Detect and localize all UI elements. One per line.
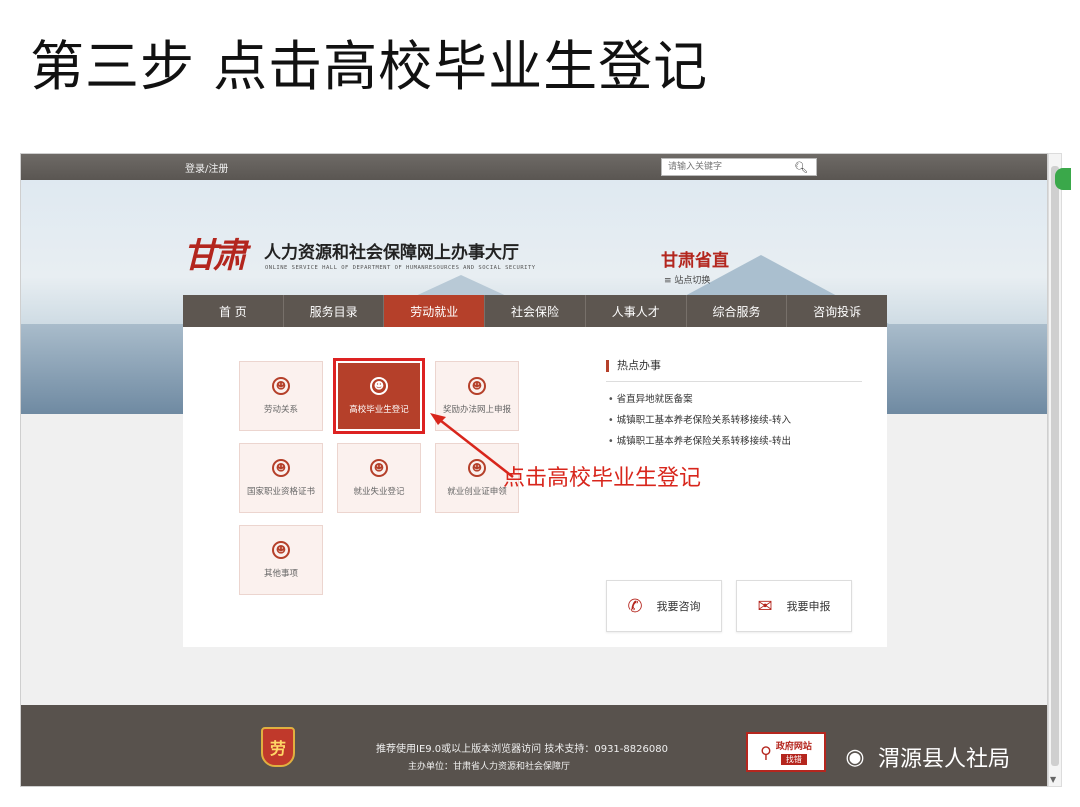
side-decoration xyxy=(885,324,1047,414)
divider xyxy=(606,381,862,382)
login-register-link[interactable]: 登录/注册 xyxy=(185,160,228,175)
tile-employment-registration[interactable]: ☻ 就业失业登记 xyxy=(337,443,421,513)
person-icon: ☻ xyxy=(272,541,290,559)
main-nav: 首 页 服务目录 劳动就业 社会保险 人事人才 综合服务 咨询投诉 xyxy=(183,295,887,327)
top-bar: 登录/注册 🔍︎ xyxy=(21,154,1047,180)
search-box: 🔍︎ xyxy=(661,158,817,176)
tile-label: 高校毕业生登记 xyxy=(349,405,409,415)
tile-label: 国家职业资格证书 xyxy=(246,487,315,497)
tile-labor-relations[interactable]: ☻ 劳动关系 xyxy=(239,361,323,431)
slide-title: 第三步 点击高校毕业生登记 xyxy=(30,35,709,98)
phone-icon: ✆ xyxy=(627,595,643,617)
site-subtitle: ONLINE SERVICE HALL OF DEPARTMENT OF HUM… xyxy=(265,265,536,271)
footer-sponsor: 主办单位：甘肃省人力资源和社会保障厅 xyxy=(408,762,571,772)
nav-item-home[interactable]: 首 页 xyxy=(183,295,284,327)
tile-label: 就业创业证申领 xyxy=(447,487,507,497)
annotation-text: 点击高校毕业生登记 xyxy=(503,466,702,491)
scroll-thumb[interactable] xyxy=(1051,166,1059,766)
magnifier-icon: ⚲ xyxy=(760,742,772,762)
wechat-watermark: ◉ 渭源县人社局 xyxy=(838,741,1010,773)
gov-badge-title: 政府网站 xyxy=(775,742,812,752)
site-switch[interactable]: ≡ 站点切换 xyxy=(664,273,710,286)
menu-icon: ≡ xyxy=(664,276,672,286)
side-float-tab[interactable] xyxy=(1055,168,1071,190)
person-icon: ☻ xyxy=(272,459,290,477)
tile-label: 就业失业登记 xyxy=(353,487,405,497)
tile-graduate-registration[interactable]: ☻ 高校毕业生登记 xyxy=(333,358,425,434)
province-label: 甘肃省直 xyxy=(661,251,729,271)
scroll-down-icon[interactable]: ▼ xyxy=(1050,775,1056,784)
search-input[interactable] xyxy=(662,159,788,175)
consult-label: 我要咨询 xyxy=(656,600,701,613)
vertical-scrollbar[interactable]: ▼ xyxy=(1048,153,1062,787)
side-decoration xyxy=(21,324,183,414)
nav-item-consult-complaint[interactable]: 咨询投诉 xyxy=(787,295,887,327)
wechat-icon: ◉ xyxy=(845,744,865,770)
tile-label: 劳动关系 xyxy=(263,405,298,415)
person-icon: ☻ xyxy=(272,377,290,395)
person-icon: ☻ xyxy=(370,459,388,477)
site-switch-label: 站点切换 xyxy=(674,276,711,286)
nav-item-personnel[interactable]: 人事人才 xyxy=(586,295,687,327)
nav-item-comprehensive[interactable]: 综合服务 xyxy=(687,295,788,327)
hot-item[interactable]: 省直异地就医备案 xyxy=(608,391,693,405)
site-title: 人力资源和社会保障网上办事大厅 xyxy=(264,243,519,263)
hot-item[interactable]: 城镇职工基本养老保险关系转移接续-转入 xyxy=(608,412,791,426)
report-button[interactable]: ✉ 我要申报 xyxy=(736,580,852,632)
tile-vocational-certificate[interactable]: ☻ 国家职业资格证书 xyxy=(239,443,323,513)
nav-item-labor-employment[interactable]: 劳动就业 xyxy=(384,295,486,327)
tile-label: 其他事项 xyxy=(263,569,298,579)
watermark-text: 渭源县人社局 xyxy=(878,747,1011,772)
emblem-icon: 劳 xyxy=(261,727,295,767)
tile-other-matters[interactable]: ☻ 其他事项 xyxy=(239,525,323,595)
nav-item-social-insurance[interactable]: 社会保险 xyxy=(485,295,586,327)
footer-browser-tip: 推荐使用IE9.0或以上版本浏览器访问 技术支持：0931-8826080 xyxy=(376,744,668,755)
gov-site-error-badge[interactable]: ⚲ 政府网站 找错 xyxy=(746,732,826,772)
browser-screenshot: 登录/注册 🔍︎ 甘肃 人力资源和社会保障网上办事大厅 ONLINE SERVI… xyxy=(20,153,1048,787)
hot-item[interactable]: 城镇职工基本养老保险关系转移接续-转出 xyxy=(608,433,791,447)
report-label: 我要申报 xyxy=(786,600,831,613)
search-icon[interactable]: 🔍︎ xyxy=(788,159,814,175)
hot-heading: 热点办事 xyxy=(606,360,661,372)
site-logo: 甘肃 xyxy=(183,236,247,276)
envelope-icon: ✉ xyxy=(757,595,773,617)
person-icon: ☻ xyxy=(370,377,388,395)
consult-button[interactable]: ✆ 我要咨询 xyxy=(606,580,722,632)
nav-item-service-catalog[interactable]: 服务目录 xyxy=(284,295,385,327)
gov-badge-action: 找错 xyxy=(780,754,807,765)
person-icon: ☻ xyxy=(468,377,486,395)
